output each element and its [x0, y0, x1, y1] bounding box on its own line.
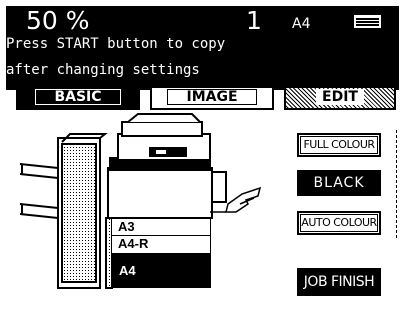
paper-drawer-a4[interactable]: A4 — [111, 254, 211, 288]
auto-colour-button[interactable]: AUTO COLOUR — [297, 211, 381, 235]
tab-image[interactable]: IMAGE — [150, 86, 274, 110]
drawer-a3-label: A3 — [118, 219, 135, 234]
black-button[interactable]: BLACK — [297, 170, 381, 196]
status-panel: 50 % 1 A4 Press START button to copy aft… — [6, 6, 399, 90]
tab-edit-label: EDIT — [316, 89, 364, 105]
tab-basic[interactable]: BASIC — [16, 86, 140, 110]
paper-size: A4 — [292, 16, 311, 32]
tab-edit[interactable]: EDIT — [284, 86, 396, 110]
panel-divider — [396, 130, 397, 240]
drawer-a4-label: A4 — [119, 263, 136, 278]
copy-count: 1 — [246, 6, 262, 35]
tab-basic-label: BASIC — [35, 89, 121, 105]
tab-image-label: IMAGE — [167, 89, 257, 105]
drawer-a4r-label: A4-R — [118, 236, 149, 251]
paper-drawer-a4r[interactable]: A4-R — [111, 236, 211, 254]
finisher-icon — [19, 133, 108, 289]
status-message-line2: after changing settings — [6, 62, 200, 78]
copier-screen: 50 % 1 A4 Press START button to copy aft… — [0, 0, 405, 310]
full-colour-button[interactable]: FULL COLOUR — [297, 133, 381, 157]
status-row: 50 % 1 A4 — [12, 6, 393, 35]
paper-drawer-a3[interactable]: A3 — [111, 218, 211, 236]
zoom-ratio: 50 % — [26, 6, 90, 35]
paper-tray-icon — [354, 15, 381, 28]
job-finish-button[interactable]: JOB FINISH — [297, 268, 381, 296]
status-message-line1: Press START button to copy — [6, 36, 226, 52]
